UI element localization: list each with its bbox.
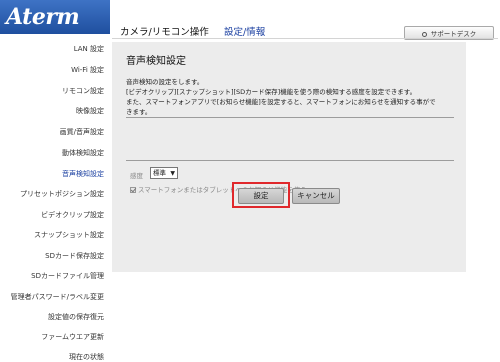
sidebar-item-remote[interactable]: リモコン設定 xyxy=(62,86,104,96)
sidebar-item-wifi[interactable]: Wi-Fi 設定 xyxy=(71,65,104,75)
description-line-1: 音声検知の設定をします。 xyxy=(126,78,204,86)
section-divider-bottom xyxy=(126,160,454,161)
brand-logo-bar: Aterm xyxy=(0,0,110,34)
settings-panel: 音声検知設定 音声検知の設定をします。 [ビデオクリップ][スナップショット][… xyxy=(112,42,466,272)
chevron-down-icon: ▼ xyxy=(170,170,175,177)
section-divider xyxy=(126,117,454,118)
notify-checkbox[interactable] xyxy=(130,187,136,193)
sidebar-item-motion-detect[interactable]: 動体検知設定 xyxy=(62,148,104,158)
sidebar-item-lan[interactable]: LAN 設定 xyxy=(74,44,104,54)
camera-remote-control-link[interactable]: カメラ/リモコン操作 xyxy=(120,24,209,38)
header-divider xyxy=(112,38,498,39)
sidebar-item-admin-password[interactable]: 管理者パスワード/ラベル変更 xyxy=(11,292,104,302)
sidebar-item-sound-detect[interactable]: 音声検知設定 xyxy=(62,169,104,179)
sidebar-item-sd-files[interactable]: SDカードファイル管理 xyxy=(31,271,104,281)
sidebar-item-preset-position[interactable]: プリセットポジション設定 xyxy=(20,189,104,199)
sensitivity-select[interactable]: 標準 ▼ xyxy=(150,167,178,179)
sidebar-item-video[interactable]: 映像設定 xyxy=(76,106,104,116)
sidebar-item-status[interactable]: 現在の状態 xyxy=(69,352,104,362)
support-desk-label: サポートデスク xyxy=(430,30,477,38)
sidebar-item-backup-restore[interactable]: 設定値の保存復元 xyxy=(48,312,104,322)
description-line-2: [ビデオクリップ][スナップショット][SDカード保存]機能を使う際の検知する感… xyxy=(126,88,417,96)
sidebar-item-snapshot[interactable]: スナップショット設定 xyxy=(34,230,104,240)
cancel-button[interactable]: キャンセル xyxy=(292,188,340,204)
sidebar-item-firmware-update[interactable]: ファームウエア更新 xyxy=(41,332,104,342)
sidebar-item-video-clip[interactable]: ビデオクリップ設定 xyxy=(41,210,104,220)
sidebar-item-sd-save[interactable]: SDカード保存設定 xyxy=(45,251,104,261)
brand-logo: Aterm xyxy=(6,4,80,30)
sensitivity-value: 標準 xyxy=(153,169,166,177)
settings-info-link[interactable]: 設定/情報 xyxy=(224,24,265,38)
save-button-highlight xyxy=(232,182,290,208)
sensitivity-label: 感度 xyxy=(130,172,143,180)
page-title: 音声検知設定 xyxy=(126,56,186,67)
description-line-4: きます。 xyxy=(126,108,152,116)
circle-icon xyxy=(421,31,427,37)
sidebar-item-quality-audio[interactable]: 画質/音声設定 xyxy=(60,127,104,137)
description-line-3: また、スマートフォンアプリで[お知らせ機能]を設定すると、スマートフォンにお知ら… xyxy=(126,98,436,106)
